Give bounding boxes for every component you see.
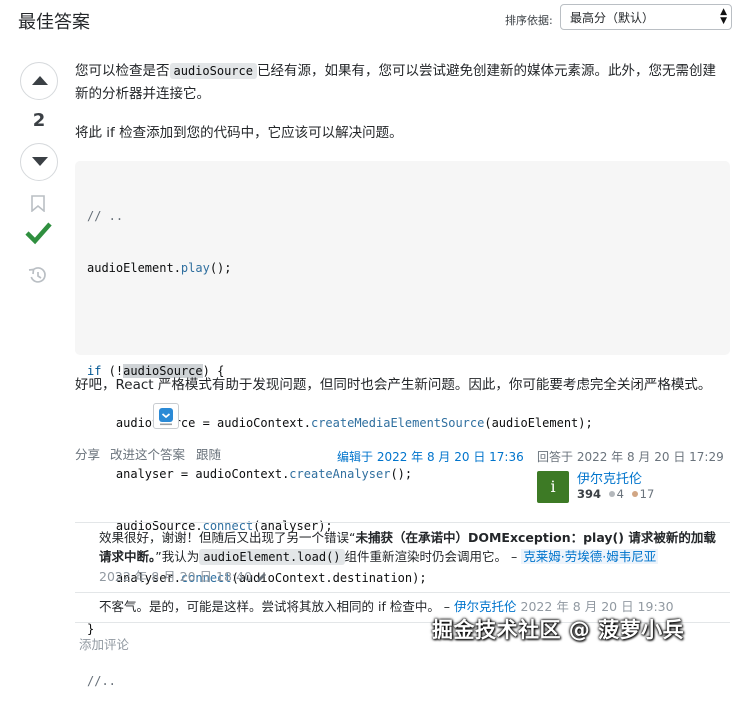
comment-timestamp[interactable]: 2022 年 8 月 20 日 18:40 xyxy=(99,569,252,584)
code-line: audioSource = audioContext.createMediaEl… xyxy=(87,415,593,430)
silver-badge-count: 4 xyxy=(616,487,624,501)
improve-answer-link[interactable]: 改进这个答案 xyxy=(110,444,185,463)
arrow-down-icon xyxy=(32,157,48,166)
bronze-badge-icon xyxy=(631,491,638,497)
code-line: //.. xyxy=(87,673,116,688)
comment-user-link[interactable]: 克莱姆·劳埃德·姆韦尼亚 xyxy=(521,549,659,564)
avatar[interactable]: i xyxy=(537,471,569,503)
reputation-score: 394 xyxy=(577,487,602,501)
sort-select-value: 最高分（默认） xyxy=(570,11,655,25)
author-name-link[interactable]: 伊尔克托伦 xyxy=(577,468,642,487)
inline-code: audioSource xyxy=(169,63,257,79)
comments-divider xyxy=(75,522,730,523)
arrow-up-icon xyxy=(32,76,48,85)
code-block: // .. audioElement.play(); if (!audioSou… xyxy=(75,161,730,688)
watermark: 掘金技术社区 @ 菠萝小兵 xyxy=(432,618,685,642)
answer-paragraph-3: 好吧，React 严格模式有助于发现问题，但同时也会产生新问题。因此，你可能要考… xyxy=(75,377,712,393)
answer-paragraph-2: 将此 if 检查添加到您的代码中，它应该可以解决问题。 xyxy=(75,125,403,141)
extension-icon[interactable] xyxy=(153,403,179,429)
comment-timestamp[interactable]: 2022 年 8 月 20 日 19:30 xyxy=(521,599,674,614)
page-title: 最佳答案 xyxy=(18,12,90,33)
add-comment-link[interactable]: 添加评论 xyxy=(79,634,129,653)
bronze-badge-count: 17 xyxy=(639,487,655,501)
select-arrows-icon: ▲ ▼ xyxy=(720,7,727,26)
comment-divider xyxy=(75,592,730,593)
bookmark-button[interactable] xyxy=(31,195,45,216)
answer-paragraph-1: 您可以检查是否 audioSource 已经有源，如果有，您可以尝试避免创建新的媒体… xyxy=(75,63,716,102)
edited-timestamp-link[interactable]: 编辑于 2022 年 8 月 20 日 17:36 xyxy=(337,448,524,465)
silver-badge-icon xyxy=(608,491,615,497)
comment-1: 效果很好，谢谢！但随后又出现了另一个错误“未捕获（在承诺中）DOMExcepti… xyxy=(99,530,716,584)
inline-code: audioElement.load() xyxy=(199,549,345,565)
sort-select[interactable]: 最高分（默认） ▲ ▼ xyxy=(560,4,732,30)
history-button[interactable] xyxy=(28,266,48,289)
share-link[interactable]: 分享 xyxy=(75,444,100,463)
accepted-check-icon xyxy=(25,221,52,249)
answered-timestamp: 回答于 2022 年 8 月 20 日 17:29 xyxy=(537,450,724,464)
history-icon xyxy=(28,267,46,283)
reputation: 394 4 17 xyxy=(577,487,654,501)
code-line: // .. xyxy=(87,209,124,224)
follow-link[interactable]: 跟随 xyxy=(196,444,221,463)
downvote-button[interactable] xyxy=(20,143,58,181)
code-line: audioElement.play(); xyxy=(87,261,232,275)
vote-score: 2 xyxy=(32,110,46,131)
comment-user-link[interactable]: 伊尔克托伦 xyxy=(454,599,517,614)
bookmark-icon xyxy=(31,195,45,213)
upvote-button[interactable] xyxy=(20,62,58,100)
sort-label: 排序依据: xyxy=(505,14,553,27)
pencil-icon xyxy=(257,573,267,582)
